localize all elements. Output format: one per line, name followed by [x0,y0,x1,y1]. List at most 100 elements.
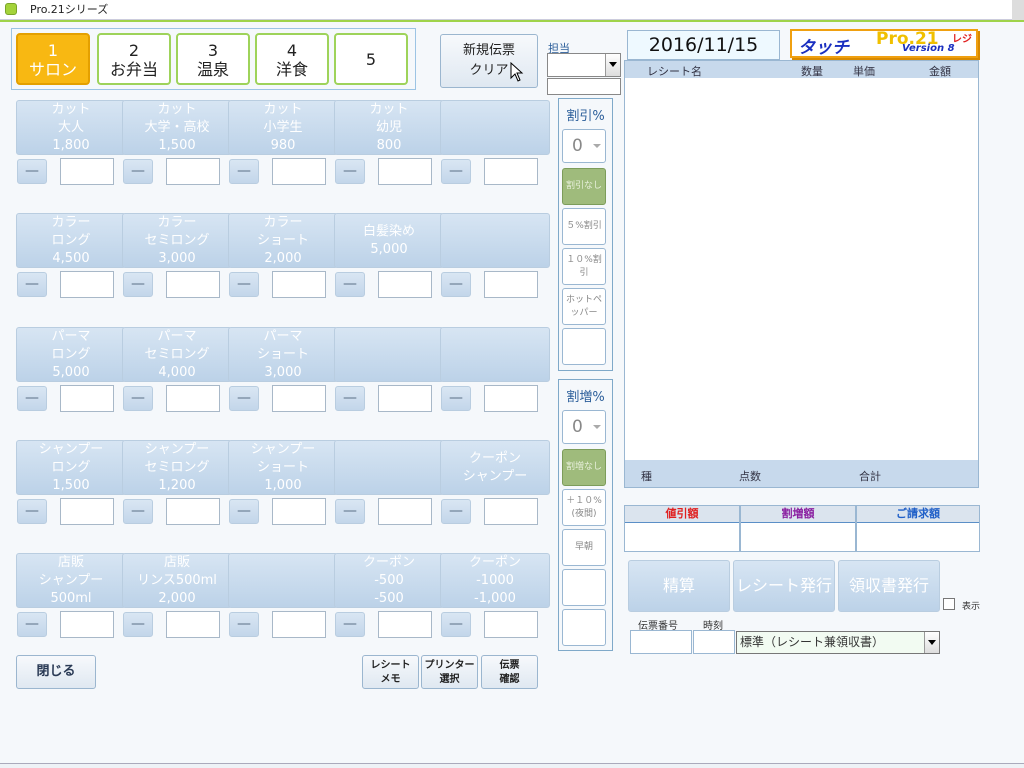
quantity-field[interactable] [272,271,326,298]
tab-onsen[interactable]: 3 温泉 [176,33,250,85]
product-button[interactable]: カット 大人 1,800 [16,100,126,155]
quantity-field[interactable] [60,498,114,525]
decrement-button[interactable]: — [17,272,47,297]
receipt-list[interactable]: レシート名 数量 単価 金額 種 点数 合計 [624,60,979,488]
quantity-field[interactable] [378,271,432,298]
quantity-field[interactable] [166,385,220,412]
staff-select[interactable] [547,53,621,77]
quantity-field[interactable] [272,498,326,525]
time-field[interactable] [693,630,735,654]
product-button[interactable]: クーポン -1000 -1,000 [440,553,550,608]
product-button[interactable] [228,553,338,608]
discount-percent-select[interactable]: 0 [562,129,606,163]
quantity-field[interactable] [378,385,432,412]
display-checkbox[interactable] [943,598,955,610]
chevron-down-icon[interactable] [605,54,620,76]
quantity-field[interactable] [378,158,432,185]
surcharge-percent-select[interactable]: 0 [562,410,606,444]
product-button[interactable]: カット 大学・高校 1,500 [122,100,232,155]
decrement-button[interactable]: — [17,499,47,524]
decrement-button[interactable]: — [335,386,365,411]
quantity-field[interactable] [166,498,220,525]
decrement-button[interactable]: — [123,386,153,411]
product-button[interactable]: 店販 リンス500ml 2,000 [122,553,232,608]
product-button[interactable]: クーポン シャンプー [440,440,550,495]
quantity-field[interactable] [484,158,538,185]
product-button[interactable] [440,100,550,155]
decrement-button[interactable]: — [441,159,471,184]
slip-number-field[interactable] [630,630,692,654]
quantity-field[interactable] [484,498,538,525]
quantity-field[interactable] [166,611,220,638]
tab-western[interactable]: 4 洋食 [255,33,329,85]
decrement-button[interactable]: — [123,499,153,524]
slip-confirm-button[interactable]: 伝票 確認 [481,655,538,689]
product-button[interactable]: 白髪染め 5,000 [334,213,444,268]
product-button[interactable]: シャンプー ショート 1,000 [228,440,338,495]
decrement-button[interactable]: — [17,386,47,411]
print-mode-select[interactable]: 標準（レシート兼領収書） [736,631,940,654]
receipt-memo-button[interactable]: レシート メモ [362,655,419,689]
decrement-button[interactable]: — [17,612,47,637]
early-morning-button[interactable]: 早朝 [562,529,606,566]
discount-5-button[interactable]: ５%割引 [562,208,606,245]
product-button[interactable] [334,440,444,495]
product-button[interactable]: カラー セミロング 3,000 [122,213,232,268]
product-button[interactable]: クーポン -500 -500 [334,553,444,608]
product-button[interactable]: カット 幼児 800 [334,100,444,155]
decrement-button[interactable]: — [335,499,365,524]
decrement-button[interactable]: — [441,272,471,297]
decrement-button[interactable]: — [123,612,153,637]
quantity-field[interactable] [272,611,326,638]
decrement-button[interactable]: — [229,499,259,524]
product-button[interactable] [440,213,550,268]
decrement-button[interactable]: — [335,272,365,297]
decrement-button[interactable]: — [123,272,153,297]
surcharge-blank-button[interactable] [562,569,606,606]
product-button[interactable]: パーマ ショート 3,000 [228,327,338,382]
surcharge-blank-button-2[interactable] [562,609,606,646]
product-button[interactable]: シャンプー ロング 1,500 [16,440,126,495]
decrement-button[interactable]: — [441,612,471,637]
no-discount-button[interactable]: 割引なし [562,168,606,205]
quantity-field[interactable] [484,271,538,298]
checkout-button[interactable]: 精算 [628,560,730,612]
quantity-field[interactable] [484,611,538,638]
night-surcharge-button[interactable]: ＋１０%(夜間) [562,489,606,526]
product-button[interactable]: カラー ロング 4,500 [16,213,126,268]
no-surcharge-button[interactable]: 割増なし [562,449,606,486]
decrement-button[interactable]: — [441,499,471,524]
quantity-field[interactable] [484,385,538,412]
staff-sub-field[interactable] [547,78,621,95]
printer-select-button[interactable]: プリンター 選択 [421,655,478,689]
quantity-field[interactable] [378,498,432,525]
product-button[interactable]: パーマ ロング 5,000 [16,327,126,382]
decrement-button[interactable]: — [123,159,153,184]
quantity-field[interactable] [166,271,220,298]
quantity-field[interactable] [60,271,114,298]
decrement-button[interactable]: — [335,159,365,184]
quantity-field[interactable] [272,385,326,412]
product-button[interactable]: 店販 シャンプー 500ml [16,553,126,608]
tab-salon[interactable]: 1 サロン [16,33,90,85]
discount-blank-button[interactable] [562,328,606,365]
discount-10-button[interactable]: １０%割引 [562,248,606,285]
tab-bento[interactable]: 2 お弁当 [97,33,171,85]
product-button[interactable]: シャンプー セミロング 1,200 [122,440,232,495]
quantity-field[interactable] [378,611,432,638]
tab-5[interactable]: 5 [334,33,408,85]
product-button[interactable]: カット 小学生 980 [228,100,338,155]
close-button[interactable]: 閉じる [16,655,96,689]
decrement-button[interactable]: — [17,159,47,184]
quantity-field[interactable] [272,158,326,185]
decrement-button[interactable]: — [441,386,471,411]
issue-invoice-button[interactable]: 領収書発行 [838,560,940,612]
quantity-field[interactable] [60,385,114,412]
decrement-button[interactable]: — [335,612,365,637]
decrement-button[interactable]: — [229,386,259,411]
product-button[interactable] [440,327,550,382]
quantity-field[interactable] [166,158,220,185]
product-button[interactable]: パーマ セミロング 4,000 [122,327,232,382]
issue-receipt-button[interactable]: レシート発行 [733,560,835,612]
quantity-field[interactable] [60,611,114,638]
